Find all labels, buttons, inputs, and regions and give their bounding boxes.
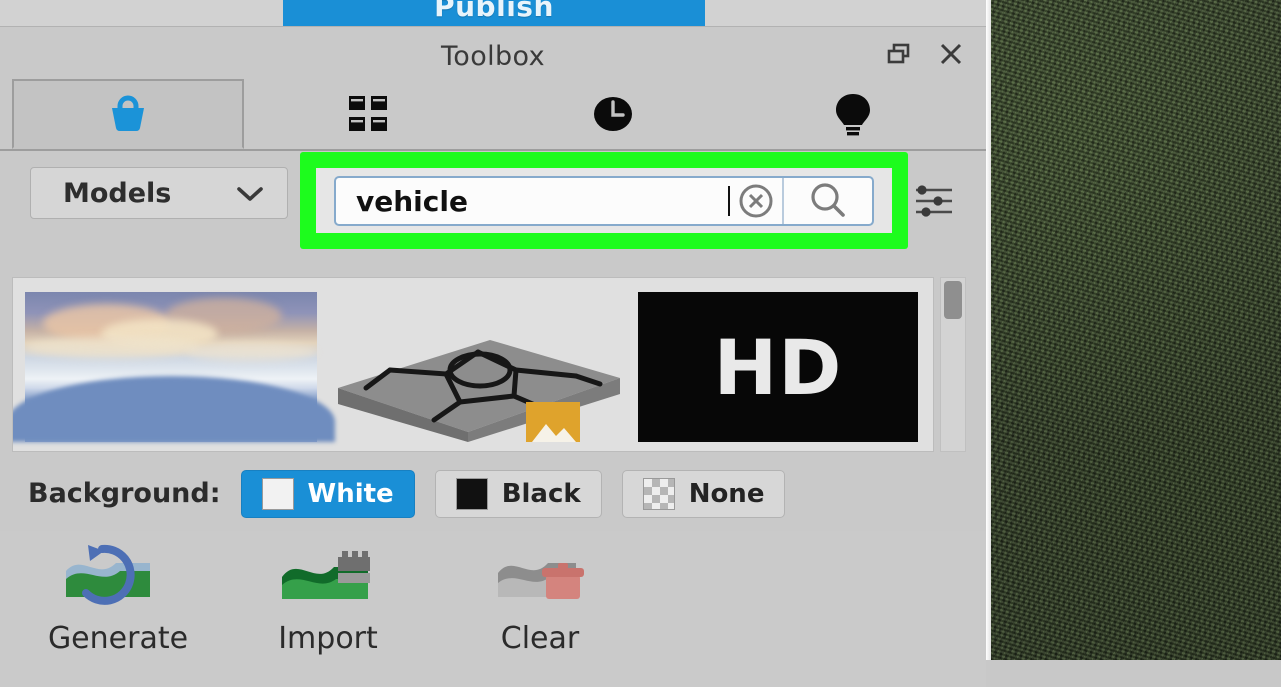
lightbulb-icon	[833, 91, 873, 137]
background-row: Background: White Black None	[0, 456, 986, 531]
publish-button[interactable]: Publish	[283, 0, 705, 26]
white-swatch-icon	[261, 477, 294, 510]
toolbox-panel: Toolbox Models HD Background: White Blac…	[0, 26, 986, 687]
scrollbar-thumb[interactable]	[944, 281, 962, 319]
cloud-shape	[25, 337, 201, 358]
terrain-import-icon	[268, 541, 388, 607]
results-grid[interactable]: HD	[12, 277, 934, 452]
result-thumbnail-slab[interactable]	[328, 292, 628, 442]
background-option-black-label: Black	[501, 478, 581, 509]
category-dropdown-label: Models	[63, 177, 172, 209]
top-toolbar-strip: Publish	[0, 0, 986, 26]
toolbox-tabs	[0, 79, 986, 151]
search-field-wrapper[interactable]	[334, 176, 874, 226]
category-dropdown[interactable]: Models	[30, 167, 288, 219]
terrain-badge	[526, 402, 580, 442]
tab-recent[interactable]	[530, 79, 695, 149]
tab-creations[interactable]	[770, 79, 935, 149]
clear-circle-icon[interactable]	[730, 181, 782, 221]
grid-icon	[347, 93, 389, 135]
terrain-generate-icon	[58, 541, 178, 607]
search-input[interactable]	[336, 183, 732, 219]
close-icon[interactable]	[936, 39, 966, 69]
tab-marketplace[interactable]	[12, 79, 244, 149]
window-controls	[884, 39, 966, 69]
background-option-black[interactable]: Black	[434, 469, 602, 518]
terrain-tools-row: Generate Import Clear	[0, 531, 986, 661]
shopping-bag-icon	[105, 92, 151, 136]
result-thumbnail-hd[interactable]: HD	[638, 292, 918, 442]
background-option-white-label: White	[307, 478, 394, 509]
magnifier-icon[interactable]	[784, 179, 872, 223]
checker-swatch-icon	[642, 477, 675, 510]
panel-bottom-strip	[0, 659, 986, 687]
hd-label: HD	[713, 322, 843, 412]
sliders-filter-icon[interactable]	[912, 179, 956, 227]
results-scrollbar[interactable]	[940, 277, 966, 452]
background-option-none-label: None	[688, 478, 765, 509]
terrain-clear-button[interactable]: Clear	[440, 541, 640, 656]
tab-inventory[interactable]	[285, 79, 450, 149]
terrain-clear-icon	[480, 541, 600, 607]
background-label: Background:	[28, 478, 221, 509]
toolbox-titlebar: Toolbox	[0, 27, 986, 79]
clock-icon	[591, 92, 635, 136]
horizon-shape	[13, 376, 335, 442]
terrain-clear-label: Clear	[500, 621, 580, 656]
viewport-edge	[986, 0, 991, 660]
chevron-down-icon	[235, 184, 265, 208]
3d-viewport[interactable]	[990, 0, 1281, 660]
restore-icon[interactable]	[884, 39, 914, 69]
background-option-white[interactable]: White	[240, 469, 415, 518]
terrain-generate-button[interactable]: Generate	[18, 541, 218, 656]
cloud-shape	[185, 343, 317, 361]
terrain-import-label: Import	[278, 621, 378, 656]
terrain-import-button[interactable]: Import	[228, 541, 428, 656]
terrain-generate-label: Generate	[47, 621, 189, 656]
result-thumbnail-sky[interactable]	[13, 292, 335, 442]
black-swatch-icon	[455, 477, 488, 510]
panel-title: Toolbox	[440, 41, 546, 72]
background-option-none[interactable]: None	[621, 469, 786, 518]
